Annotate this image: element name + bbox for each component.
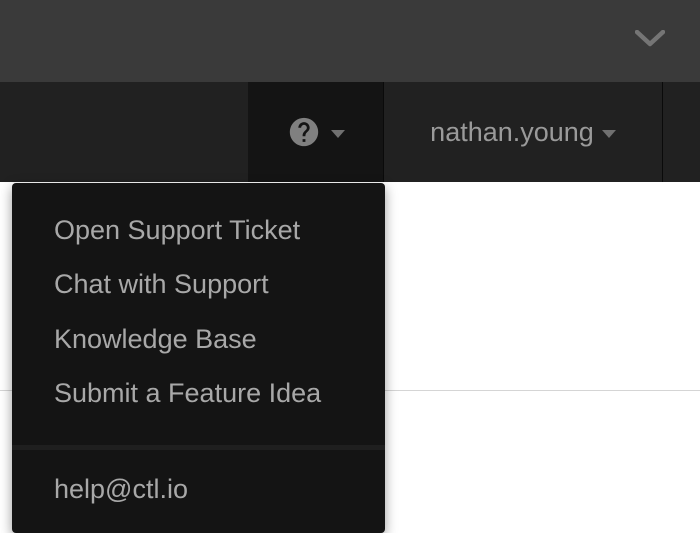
menu-items-section: Open Support Ticket Chat with Support Kn… bbox=[12, 183, 385, 445]
menu-email-section: help@ctl.io bbox=[12, 450, 385, 533]
menu-item-knowledge-base[interactable]: Knowledge Base bbox=[12, 312, 385, 366]
top-notification-bar bbox=[0, 0, 700, 82]
header-right-edge bbox=[663, 82, 700, 182]
menu-item-chat-support[interactable]: Chat with Support bbox=[12, 257, 385, 311]
header-bar: nathan.young bbox=[0, 82, 700, 182]
help-icon bbox=[287, 115, 321, 149]
collapse-chevron-icon[interactable] bbox=[635, 30, 665, 48]
help-email-label: help@ctl.io bbox=[54, 474, 343, 505]
menu-item-open-ticket[interactable]: Open Support Ticket bbox=[12, 203, 385, 257]
user-menu-button[interactable]: nathan.young bbox=[383, 82, 663, 182]
menu-item-feature-idea[interactable]: Submit a Feature Idea bbox=[12, 366, 385, 420]
help-menu-button[interactable] bbox=[248, 82, 383, 182]
caret-down-icon bbox=[602, 127, 616, 137]
header-spacer bbox=[0, 82, 248, 182]
help-dropdown-menu: Open Support Ticket Chat with Support Kn… bbox=[12, 183, 385, 533]
caret-down-icon bbox=[331, 127, 345, 137]
user-name-label: nathan.young bbox=[430, 117, 594, 148]
